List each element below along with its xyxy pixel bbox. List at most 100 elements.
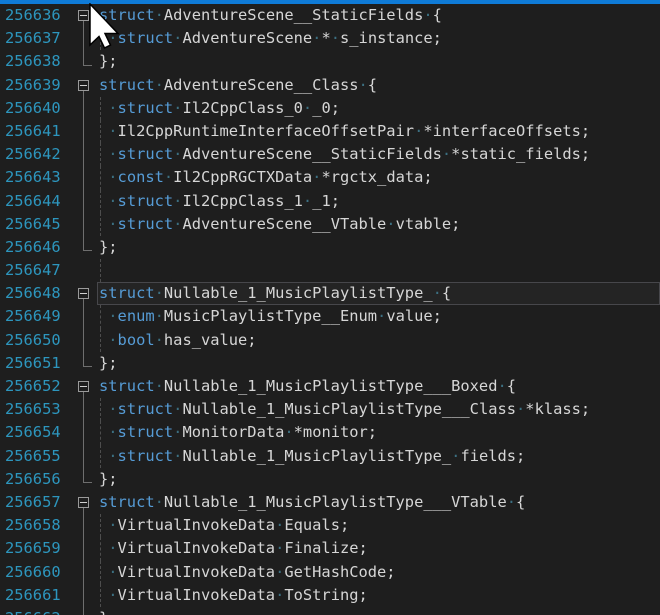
code-line[interactable]: 256660 ·VirtualInvokeData·GetHashCode; [0, 561, 660, 584]
code-line[interactable]: 256640 ·struct·Il2CppClass_0·_0; [0, 97, 660, 120]
code-text[interactable]: ·struct·MonitorData·*monitor; [97, 421, 660, 444]
fold-collapse-toggle[interactable] [73, 491, 97, 514]
code-text[interactable]: ·const·Il2CppRGCTXData·*rgctx_data; [97, 166, 660, 189]
code-text[interactable]: ·VirtualInvokeData·GetHashCode; [97, 561, 660, 584]
line-number[interactable]: 256647 [0, 259, 73, 282]
code-line[interactable]: 256659 ·VirtualInvokeData·Finalize; [0, 537, 660, 560]
line-number[interactable]: 256645 [0, 213, 73, 236]
code-line[interactable]: 256657 struct·Nullable_1_MusicPlaylistTyp… [0, 491, 660, 514]
code-text[interactable]: ·struct·Nullable_1_MusicPlaylistType___C… [97, 398, 660, 421]
fold-minus-icon[interactable] [78, 381, 89, 392]
fold-minus-icon[interactable] [78, 497, 89, 508]
code-line[interactable]: 256644 ·struct·Il2CppClass_1·_1; [0, 190, 660, 213]
line-number[interactable]: 256658 [0, 514, 73, 537]
code-text[interactable]: ·bool·has_value; [97, 329, 660, 352]
fold-margin [73, 236, 97, 259]
fold-minus-icon[interactable] [78, 80, 89, 91]
code-line[interactable]: 256651}; [0, 352, 660, 375]
line-number[interactable]: 256654 [0, 421, 73, 444]
line-number[interactable]: 256642 [0, 143, 73, 166]
line-number[interactable]: 256640 [0, 97, 73, 120]
code-line[interactable]: 256652 struct·Nullable_1_MusicPlaylistTyp… [0, 375, 660, 398]
fold-margin [73, 120, 97, 143]
code-line[interactable]: 256643 ·const·Il2CppRGCTXData·*rgctx_dat… [0, 166, 660, 189]
line-number[interactable]: 256656 [0, 468, 73, 491]
code-text[interactable]: }; [97, 50, 660, 73]
line-number[interactable]: 256637 [0, 27, 73, 50]
code-text[interactable]: ·Il2CppRuntimeInterfaceOffsetPair·*inter… [97, 120, 660, 143]
code-editor: 256636 struct·AdventureScene__StaticField… [0, 0, 660, 615]
line-number[interactable]: 256652 [0, 375, 73, 398]
code-text[interactable]: }; [97, 607, 660, 615]
line-number[interactable]: 256659 [0, 537, 73, 560]
code-line[interactable]: 256636 struct·AdventureScene__StaticField… [0, 4, 660, 27]
indent-guide [100, 259, 101, 282]
code-text[interactable]: ·enum·MusicPlaylistType__Enum·value; [97, 305, 660, 328]
line-number[interactable]: 256636 [0, 4, 73, 27]
line-number[interactable]: 256643 [0, 166, 73, 189]
code-line[interactable]: 256637 ·struct·AdventureScene·*·s_instan… [0, 27, 660, 50]
line-number[interactable]: 256644 [0, 190, 73, 213]
line-number[interactable]: 256653 [0, 398, 73, 421]
line-number[interactable]: 256661 [0, 584, 73, 607]
line-number[interactable]: 256660 [0, 561, 73, 584]
fold-minus-icon[interactable] [78, 288, 89, 299]
code-line[interactable]: 256641 ·Il2CppRuntimeInterfaceOffsetPair… [0, 120, 660, 143]
code-line[interactable]: 256656}; [0, 468, 660, 491]
code-line[interactable]: 256638}; [0, 50, 660, 73]
code-text[interactable]: ·struct·Il2CppClass_1·_1; [97, 190, 660, 213]
line-number[interactable]: 256638 [0, 50, 73, 73]
code-line[interactable]: 256647 [0, 259, 660, 282]
line-number[interactable]: 256657 [0, 491, 73, 514]
code-line[interactable]: 256649 ·enum·MusicPlaylistType__Enum·val… [0, 305, 660, 328]
line-number[interactable]: 256650 [0, 329, 73, 352]
code-text[interactable]: ·struct·Nullable_1_MusicPlaylistType_·fi… [97, 445, 660, 468]
code-text[interactable]: struct·AdventureScene__Class·{ [97, 74, 660, 97]
fold-collapse-toggle[interactable] [73, 74, 97, 97]
code-text[interactable] [97, 259, 660, 282]
fold-minus-icon[interactable] [78, 10, 89, 21]
line-number[interactable]: 256649 [0, 305, 73, 328]
code-text[interactable]: struct·AdventureScene__StaticFields·{ [97, 4, 660, 27]
code-line[interactable]: 256662}; [0, 607, 660, 615]
line-number[interactable]: 256646 [0, 236, 73, 259]
code-text[interactable]: struct·Nullable_1_MusicPlaylistType_·{ [97, 282, 660, 305]
code-text[interactable]: ·struct·AdventureScene__VTable·vtable; [97, 213, 660, 236]
fold-margin [73, 259, 97, 282]
code-text[interactable]: ·struct·AdventureScene__StaticFields·*st… [97, 143, 660, 166]
line-number[interactable]: 256655 [0, 445, 73, 468]
code-text[interactable]: ·VirtualInvokeData·ToString; [97, 584, 660, 607]
code-line[interactable]: 256639 struct·AdventureScene__Class·{ [0, 74, 660, 97]
code-line[interactable]: 256642 ·struct·AdventureScene__StaticFie… [0, 143, 660, 166]
code-line[interactable]: 256654 ·struct·MonitorData·*monitor; [0, 421, 660, 444]
code-text[interactable]: ·struct·Il2CppClass_0·_0; [97, 97, 660, 120]
indent-guide [100, 166, 101, 189]
fold-margin [73, 468, 97, 491]
code-text[interactable]: }; [97, 236, 660, 259]
fold-collapse-toggle[interactable] [73, 375, 97, 398]
code-line[interactable]: 256646}; [0, 236, 660, 259]
indent-guide [100, 445, 101, 468]
line-number[interactable]: 256641 [0, 120, 73, 143]
line-number[interactable]: 256662 [0, 607, 73, 615]
code-line[interactable]: 256661 ·VirtualInvokeData·ToString; [0, 584, 660, 607]
code-line[interactable]: 256650 ·bool·has_value; [0, 329, 660, 352]
fold-collapse-toggle[interactable] [73, 282, 97, 305]
line-number[interactable]: 256651 [0, 352, 73, 375]
code-text[interactable]: struct·Nullable_1_MusicPlaylistType___VT… [97, 491, 660, 514]
code-text[interactable]: ·VirtualInvokeData·Finalize; [97, 537, 660, 560]
code-text[interactable]: struct·Nullable_1_MusicPlaylistType___Bo… [97, 375, 660, 398]
code-line[interactable]: 256645 ·struct·AdventureScene__VTable·vt… [0, 213, 660, 236]
code-line[interactable]: 256658 ·VirtualInvokeData·Equals; [0, 514, 660, 537]
fold-collapse-toggle[interactable] [73, 4, 97, 27]
code-text[interactable]: ·VirtualInvokeData·Equals; [97, 514, 660, 537]
code-line[interactable]: 256655 ·struct·Nullable_1_MusicPlaylistT… [0, 445, 660, 468]
line-number[interactable]: 256648 [0, 282, 73, 305]
code-text[interactable]: }; [97, 352, 660, 375]
fold-margin [73, 398, 97, 421]
code-line[interactable]: 256653 ·struct·Nullable_1_MusicPlaylistT… [0, 398, 660, 421]
code-text[interactable]: ·struct·AdventureScene·*·s_instance; [97, 27, 660, 50]
code-line[interactable]: 256648 struct·Nullable_1_MusicPlaylistTyp… [0, 282, 660, 305]
code-text[interactable]: }; [97, 468, 660, 491]
line-number[interactable]: 256639 [0, 74, 73, 97]
